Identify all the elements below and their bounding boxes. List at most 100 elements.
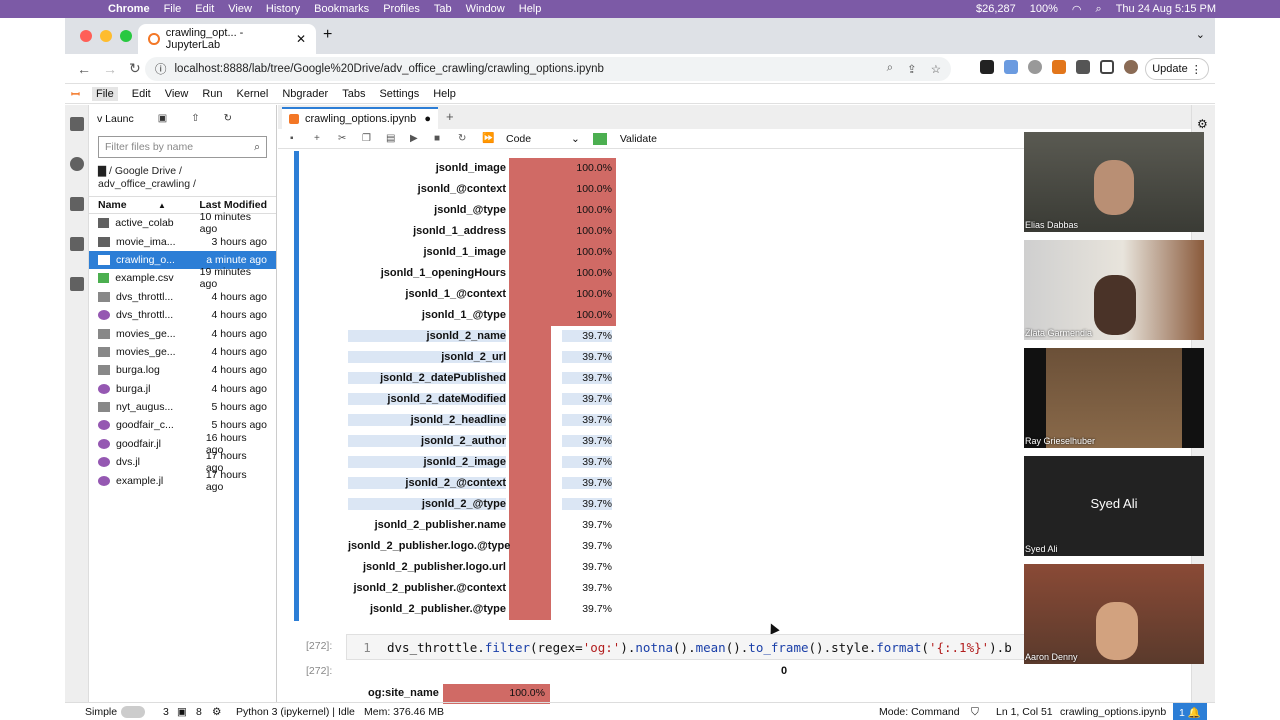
menu-nbgrader[interactable]: Nbgrader bbox=[282, 88, 328, 100]
col-name-header[interactable]: Name bbox=[98, 199, 158, 211]
active-cell-indicator[interactable] bbox=[294, 151, 299, 621]
new-launcher-icon[interactable]: + bbox=[446, 109, 454, 124]
bookmark-star-icon[interactable]: ☆ bbox=[931, 62, 941, 76]
toc-icon[interactable] bbox=[70, 197, 84, 211]
extension-k-icon[interactable] bbox=[980, 60, 994, 74]
side-panel-icon[interactable] bbox=[1100, 60, 1114, 74]
url-text[interactable]: localhost:8888/lab/tree/Google%20Drive/a… bbox=[175, 63, 604, 75]
participant-tile-2[interactable]: Zlata Garmendia bbox=[1024, 240, 1204, 340]
menu-file[interactable]: File bbox=[92, 86, 118, 101]
code-line[interactable]: dvs_throttle.filter(regex='og:').notna()… bbox=[387, 640, 1012, 655]
extensions-puzzle-icon[interactable] bbox=[1076, 60, 1090, 74]
participant-tile-5[interactable]: Aaron Denny bbox=[1024, 564, 1204, 664]
fast-forward-icon[interactable]: ⏩ bbox=[482, 133, 494, 144]
extensions-icon[interactable] bbox=[70, 237, 84, 251]
mac-menu-bookmarks[interactable]: Bookmarks bbox=[314, 3, 369, 15]
stop-icon[interactable]: ■ bbox=[434, 133, 445, 144]
search-icon[interactable]: ⌕ bbox=[1096, 3, 1102, 16]
mac-menu-view[interactable]: View bbox=[228, 3, 252, 15]
copy-icon[interactable]: ❐ bbox=[362, 133, 373, 144]
sort-up-icon[interactable]: ▲ bbox=[158, 201, 166, 210]
menu-view[interactable]: View bbox=[165, 88, 189, 100]
running-kernels-icon[interactable] bbox=[70, 157, 84, 171]
cut-icon[interactable]: ✂ bbox=[338, 133, 349, 144]
paste-icon[interactable]: ▤ bbox=[386, 133, 397, 144]
tab-search-chevron-icon[interactable]: ⌄ bbox=[1196, 28, 1205, 41]
menu-edit[interactable]: Edit bbox=[132, 88, 151, 100]
stock-ticker[interactable]: $26,287 bbox=[976, 3, 1016, 15]
address-bar[interactable]: ⓘ localhost:8888/lab/tree/Google%20Drive… bbox=[145, 57, 951, 81]
validate-icon[interactable] bbox=[592, 132, 607, 145]
new-folder-icon[interactable]: ▣ bbox=[158, 113, 167, 124]
mac-menu-edit[interactable]: Edit bbox=[195, 3, 214, 15]
chevron-down-icon[interactable]: ⌄ bbox=[571, 133, 580, 145]
filter-input[interactable]: Filter files by name ⌕ bbox=[98, 136, 267, 158]
menu-tabs[interactable]: Tabs bbox=[342, 88, 365, 100]
participant-tile-3[interactable]: Ray Grieselhuber bbox=[1024, 348, 1204, 448]
save-icon[interactable]: ▪ bbox=[290, 133, 301, 144]
back-icon[interactable]: ← bbox=[77, 61, 103, 77]
close-window-button[interactable] bbox=[80, 30, 92, 42]
shield-icon[interactable]: ⛉ bbox=[971, 706, 979, 719]
profile-avatar[interactable] bbox=[1124, 60, 1138, 74]
terminal-count[interactable]: 8 bbox=[196, 706, 202, 718]
file-item[interactable]: dvs_throttl... 4 hours ago bbox=[89, 306, 276, 324]
notebook-tab[interactable]: crawling_options.ipynb ● bbox=[282, 107, 438, 129]
kernel-status[interactable]: Python 3 (ipykernel) | Idle bbox=[236, 706, 355, 718]
cursor-position[interactable]: Ln 1, Col 51 bbox=[996, 706, 1053, 718]
kernel-count[interactable]: 3 bbox=[163, 706, 169, 718]
mac-menu-file[interactable]: File bbox=[164, 3, 182, 15]
file-item[interactable]: dvs_throttl... 4 hours ago bbox=[89, 288, 276, 306]
mac-menu-profiles[interactable]: Profiles bbox=[383, 3, 420, 15]
mac-menu-history[interactable]: History bbox=[266, 3, 300, 15]
chat-icon[interactable] bbox=[70, 277, 84, 291]
wifi-icon[interactable]: ◠ bbox=[1072, 3, 1082, 16]
upload-icon[interactable]: ⇧ bbox=[191, 113, 199, 124]
update-button[interactable]: Update ⋮ bbox=[1145, 58, 1209, 80]
share-icon[interactable]: ⇪ bbox=[907, 62, 917, 76]
battery-percent[interactable]: 100% bbox=[1030, 3, 1058, 15]
close-tab-icon[interactable]: ✕ bbox=[296, 32, 306, 46]
mac-menu-help[interactable]: Help bbox=[519, 3, 542, 15]
insert-cell-icon[interactable]: + bbox=[314, 133, 325, 144]
menu-kernel[interactable]: Kernel bbox=[237, 88, 269, 100]
simple-switch[interactable] bbox=[121, 706, 146, 719]
file-item[interactable]: nyt_augus... 5 hours ago bbox=[89, 398, 276, 416]
extension-blue-icon[interactable] bbox=[1004, 60, 1018, 74]
settings-gear-icon[interactable]: ⚙ bbox=[212, 706, 221, 718]
mac-menu-tab[interactable]: Tab bbox=[434, 3, 452, 15]
file-item[interactable]: movies_ge... 4 hours ago bbox=[89, 324, 276, 342]
menu-settings[interactable]: Settings bbox=[379, 88, 419, 100]
file-item[interactable]: burga.jl 4 hours ago bbox=[89, 380, 276, 398]
launcher-tab[interactable]: v Launc bbox=[97, 113, 134, 125]
menu-run[interactable]: Run bbox=[202, 88, 222, 100]
unsaved-dot-icon[interactable]: ● bbox=[424, 113, 431, 125]
refresh-icon[interactable]: ↻ bbox=[224, 113, 232, 124]
mac-menu-window[interactable]: Window bbox=[466, 3, 505, 15]
menu-help[interactable]: Help bbox=[433, 88, 456, 100]
file-item[interactable]: movies_ge... 4 hours ago bbox=[89, 343, 276, 361]
file-item[interactable]: burga.log 4 hours ago bbox=[89, 361, 276, 379]
col-modified-header[interactable]: Last Modified bbox=[199, 199, 267, 211]
forward-icon[interactable]: → bbox=[103, 61, 129, 77]
file-item[interactable]: movie_ima... 3 hours ago bbox=[89, 232, 276, 250]
breadcrumb-text[interactable]: / Google Drive / adv_office_crawling / bbox=[98, 165, 196, 190]
restart-icon[interactable]: ↻ bbox=[458, 133, 469, 144]
breadcrumb[interactable]: ▇ / Google Drive / adv_office_crawling / bbox=[89, 162, 276, 196]
cell-type-select[interactable]: Code bbox=[506, 133, 566, 145]
run-icon[interactable]: ▶ bbox=[410, 133, 421, 144]
property-inspector-icon[interactable]: ⚙ bbox=[1197, 117, 1208, 131]
notification-badge[interactable]: 1 🔔 bbox=[1173, 703, 1207, 720]
zoom-window-button[interactable] bbox=[120, 30, 132, 42]
browser-tab[interactable]: crawling_opt... - JupyterLab ✕ bbox=[138, 24, 316, 54]
folder-icon[interactable] bbox=[70, 117, 84, 131]
extension-metamask-icon[interactable] bbox=[1052, 60, 1066, 74]
site-info-icon[interactable]: ⓘ bbox=[155, 61, 167, 77]
new-tab-icon[interactable]: + bbox=[323, 26, 332, 44]
simple-toggle[interactable]: Simple bbox=[85, 706, 146, 719]
extension-chrome-icon[interactable] bbox=[1028, 60, 1042, 74]
app-name[interactable]: Chrome bbox=[108, 3, 150, 15]
participant-tile-4[interactable]: Syed Ali Syed Ali bbox=[1024, 456, 1204, 556]
clock[interactable]: Thu 24 Aug 5:15 PM bbox=[1116, 3, 1216, 15]
minimize-window-button[interactable] bbox=[100, 30, 112, 42]
